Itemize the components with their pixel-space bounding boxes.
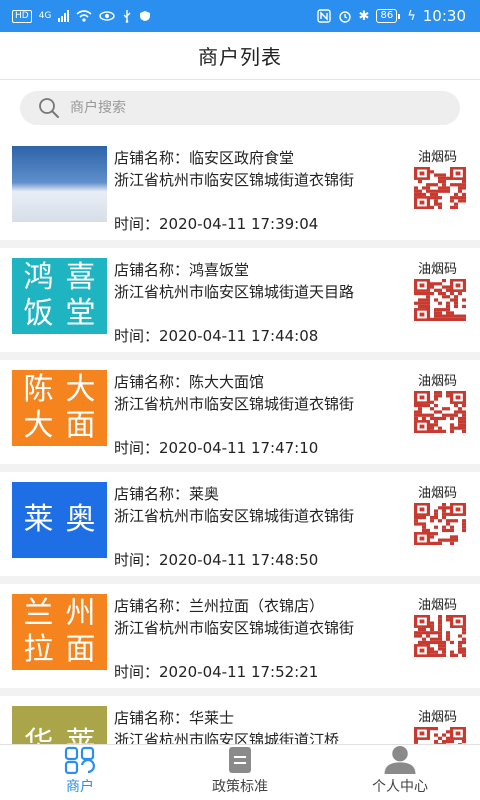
oil-fume-qr-icon[interactable] (414, 615, 466, 657)
oil-fume-qr-icon[interactable] (414, 391, 466, 433)
merchant-card[interactable]: 华莱店铺名称：华莱士浙江省杭州市临安区锦城街道汀桥 油烟码 (0, 696, 480, 744)
merchant-address: 浙江省杭州市临安区锦城街道汀桥 (114, 731, 340, 745)
status-right: ✱ 86 ϟ 10:30 (316, 7, 466, 25)
alarm-icon (338, 11, 351, 23)
merchant-list: 店铺名称：临安区政府食堂浙江省杭州市临安区锦城街道衣锦街 时间：2020-04-1… (0, 136, 480, 744)
oil-fume-code-label: 油烟码 (418, 486, 458, 501)
tab-policy[interactable]: 政策标准 (160, 745, 320, 800)
merchant-name: 店铺名称：鸿喜饭堂 (114, 261, 250, 279)
merchant-card[interactable]: 鸿喜饭堂店铺名称：鸿喜饭堂浙江省杭州市临安区锦城街道天目路 时间：2020-04-… (0, 248, 480, 352)
oil-fume-code-label: 油烟码 (418, 262, 458, 277)
thumbnail-glyph: 拉 (23, 632, 54, 667)
search-input[interactable] (70, 100, 410, 116)
merchant-card[interactable]: 兰州拉面店铺名称：兰州拉面（衣锦店） 浙江省杭州市临安区锦城街道衣锦街 时间：202… (0, 584, 480, 688)
merchant-address: 浙江省杭州市临安区锦城街道天目路 (114, 283, 355, 301)
merchant-time: 时间：2020-04-11 17:47:10 (114, 439, 319, 457)
battery-icon: 86 (376, 9, 401, 23)
user-profile-icon (384, 745, 416, 774)
merchant-thumbnail: 鸿喜饭堂 (12, 258, 107, 334)
thumbnail-glyph: 面 (65, 632, 96, 667)
thumbnail-glyph: 堂 (65, 296, 96, 331)
thumbnail-glyph: 面 (65, 408, 96, 443)
thumbnail-glyph: 喜 (65, 260, 96, 295)
merchant-thumbnail: 兰州拉面 (12, 594, 107, 670)
merchant-address: 浙江省杭州市临安区锦城街道衣锦街 (114, 171, 355, 189)
eye-comfort-icon (99, 11, 116, 21)
title-bar: 商户列表 (0, 32, 480, 80)
status-time: 10:30 (422, 7, 466, 25)
merchant-time: 时间：2020-04-11 17:48:50 (114, 551, 319, 569)
merchant-address: 浙江省杭州市临安区锦城街道衣锦街 (114, 395, 355, 413)
thumbnail-glyph: 鸿 (23, 260, 54, 295)
merchant-time: 时间：2020-04-11 17:52:21 (114, 663, 319, 681)
oil-fume-qr-icon[interactable] (414, 279, 466, 321)
shield-icon (140, 11, 151, 21)
thumbnail-glyph: 兰 (23, 596, 54, 631)
merchant-time: 时间：2020-04-11 17:39:04 (114, 215, 319, 233)
merchant-name: 店铺名称：临安区政府食堂 (114, 149, 295, 167)
search-area (0, 80, 480, 136)
thumbnail-glyph: 莱 (23, 502, 54, 537)
merchant-address: 浙江省杭州市临安区锦城街道衣锦街 (114, 507, 355, 525)
merchant-address: 浙江省杭州市临安区锦城街道衣锦街 (114, 619, 355, 637)
thumbnail-glyph: 大 (23, 408, 54, 443)
page-title: 商户列表 (198, 45, 282, 69)
merchant-thumbnail (12, 146, 107, 222)
merchant-thumbnail: 莱奥 (12, 482, 107, 558)
status-left: HD 4G (12, 9, 151, 23)
bluetooth-icon: ✱ (358, 8, 370, 24)
thumbnail-glyph: 大 (65, 372, 96, 407)
status-bar: HD 4G ✱ 86 ϟ 10:30 (0, 0, 480, 32)
oil-fume-qr-icon[interactable] (414, 167, 466, 209)
tab-policy-label: 政策标准 (212, 779, 268, 795)
policy-document-icon (229, 747, 251, 773)
search-icon (39, 98, 59, 118)
tab-bar: 商户 政策标准 个人中心 (0, 744, 480, 800)
oil-fume-qr-icon[interactable] (414, 727, 466, 744)
merchant-card[interactable]: 陈大大面店铺名称：陈大大面馆浙江省杭州市临安区锦城街道衣锦街 时间：2020-04… (0, 360, 480, 464)
thumbnail-glyph: 莱 (65, 726, 96, 744)
merchant-time: 时间：2020-04-11 17:44:08 (114, 327, 319, 345)
tab-merchants-label: 商户 (66, 779, 94, 795)
thumbnail-glyph: 华 (23, 726, 54, 744)
network-type: 4G (38, 11, 52, 21)
charging-icon: ϟ (407, 8, 416, 24)
thumbnail-glyph: 饭 (23, 296, 54, 331)
merchant-name: 店铺名称：华莱士 (114, 709, 235, 727)
merchant-name: 店铺名称：莱奥 (114, 485, 220, 503)
oil-fume-code-label: 油烟码 (418, 374, 458, 389)
search-box[interactable] (20, 91, 460, 125)
wifi-icon (76, 10, 92, 22)
thumbnail-glyph: 陈 (23, 372, 54, 407)
signal-icon (58, 10, 70, 22)
merchant-thumbnail: 陈大大面 (12, 370, 107, 446)
oil-fume-qr-icon[interactable] (414, 503, 466, 545)
merchant-card[interactable]: 店铺名称：临安区政府食堂浙江省杭州市临安区锦城街道衣锦街 时间：2020-04-1… (0, 136, 480, 240)
thumbnail-glyph: 奥 (65, 502, 96, 537)
merchant-thumbnail: 华莱 (12, 706, 107, 744)
oil-fume-code-label: 油烟码 (418, 150, 458, 165)
thumbnail-glyph: 州 (65, 596, 96, 631)
usb-icon (123, 10, 131, 23)
hd-icon: HD (12, 9, 32, 23)
tab-profile[interactable]: 个人中心 (320, 745, 480, 800)
oil-fume-code-label: 油烟码 (418, 710, 458, 725)
battery-level: 86 (376, 9, 398, 23)
merchant-grid-icon (64, 746, 95, 774)
tab-profile-label: 个人中心 (372, 779, 428, 795)
merchant-name: 店铺名称：兰州拉面（衣锦店） (114, 597, 325, 615)
merchant-card[interactable]: 莱奥店铺名称：莱奥浙江省杭州市临安区锦城街道衣锦街 时间：2020-04-11 1… (0, 472, 480, 576)
nfc-icon (316, 9, 331, 23)
tab-merchants[interactable]: 商户 (0, 745, 160, 800)
merchant-name: 店铺名称：陈大大面馆 (114, 373, 265, 391)
oil-fume-code-label: 油烟码 (418, 598, 458, 613)
